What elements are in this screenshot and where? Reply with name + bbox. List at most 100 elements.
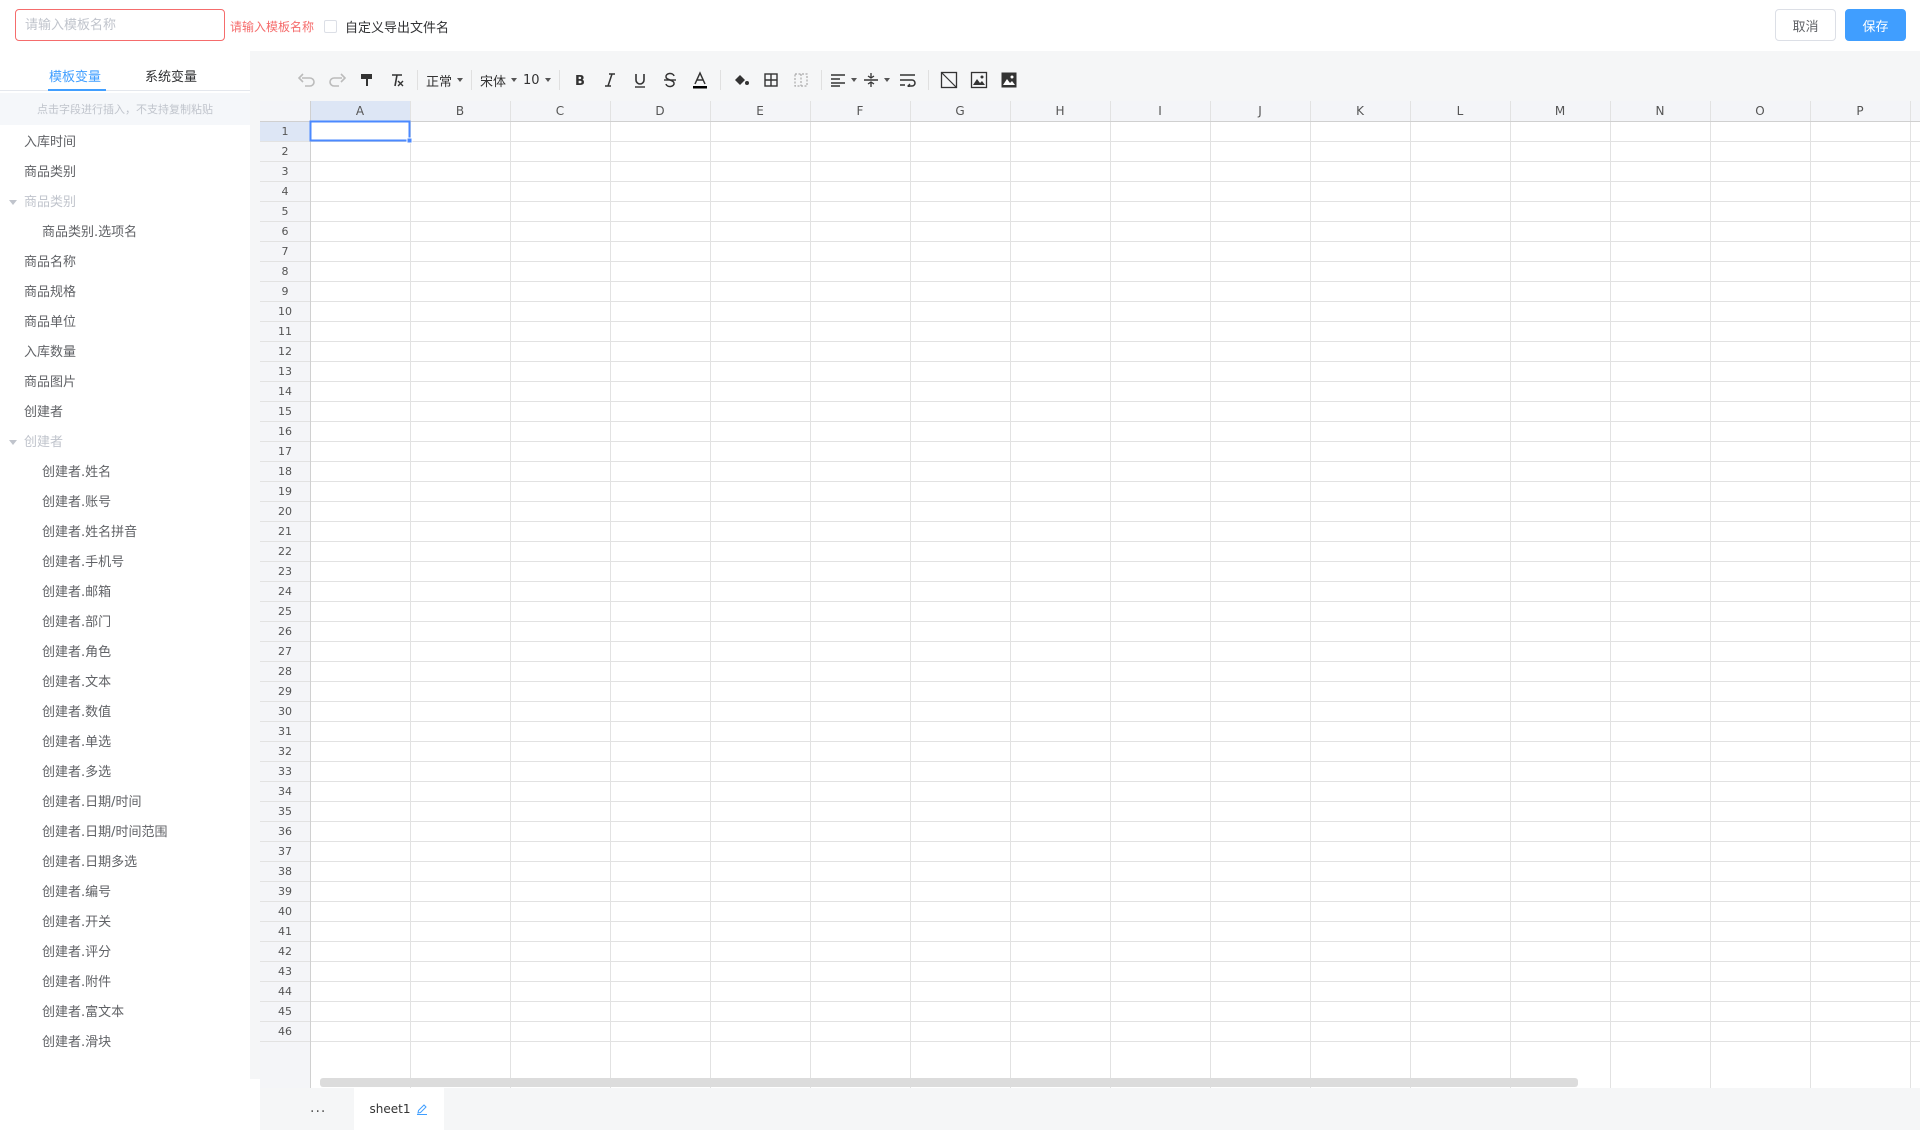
strike-icon[interactable] <box>658 66 682 94</box>
field-item[interactable]: 创建者.开关 <box>0 908 250 938</box>
redo-icon[interactable] <box>325 66 349 94</box>
row-header-label[interactable]: 37 <box>278 845 292 858</box>
merge-icon[interactable] <box>789 66 813 94</box>
field-item[interactable]: 创建者.部门 <box>0 608 250 638</box>
field-item[interactable]: 创建者.姓名拼音 <box>0 518 250 548</box>
row-header-label[interactable]: 42 <box>278 945 292 958</box>
row-header-label[interactable]: 23 <box>278 565 292 578</box>
column-header-label[interactable]: J <box>1257 104 1262 118</box>
row-header-label[interactable]: 24 <box>278 585 292 598</box>
row-header-label[interactable]: 18 <box>278 465 292 478</box>
column-header-label[interactable]: P <box>1856 104 1863 118</box>
column-header-label[interactable]: K <box>1356 104 1365 118</box>
float-image-icon[interactable] <box>967 66 991 94</box>
field-item[interactable]: 创建者.账号 <box>0 488 250 518</box>
field-item[interactable]: 商品类别 <box>0 158 250 188</box>
diagonal-icon[interactable] <box>937 66 961 94</box>
field-item[interactable]: 商品图片 <box>0 368 250 398</box>
row-header-label[interactable]: 40 <box>278 905 292 918</box>
field-item[interactable]: 创建者.编号 <box>0 878 250 908</box>
italic-icon[interactable] <box>598 66 622 94</box>
font-color-icon[interactable] <box>688 66 712 94</box>
field-item[interactable]: 创建者.日期/时间 <box>0 788 250 818</box>
column-header-label[interactable]: L <box>1457 104 1464 118</box>
clear-format-icon[interactable] <box>385 66 409 94</box>
column-header-label[interactable]: E <box>756 104 764 118</box>
row-header-label[interactable]: 44 <box>278 985 292 998</box>
font-family-dropdown[interactable]: 宋体 <box>480 66 518 94</box>
row-header-label[interactable]: 27 <box>278 645 292 658</box>
field-item[interactable]: 创建者.角色 <box>0 638 250 668</box>
row-header-label[interactable]: 26 <box>278 625 292 638</box>
column-header-label[interactable]: C <box>556 104 564 118</box>
row-header-label[interactable]: 9 <box>282 285 289 298</box>
column-header-label[interactable]: N <box>1656 104 1665 118</box>
row-header-label[interactable]: 1 <box>282 125 289 138</box>
field-group[interactable]: 创建者 <box>0 428 250 458</box>
row-header-label[interactable]: 43 <box>278 965 292 978</box>
field-item[interactable]: 入库时间 <box>0 128 250 158</box>
row-header-label[interactable]: 46 <box>278 1025 292 1038</box>
row-header-label[interactable]: 17 <box>278 445 292 458</box>
cancel-button[interactable]: 取消 <box>1775 9 1836 41</box>
row-header-label[interactable]: 12 <box>278 345 292 358</box>
field-group[interactable]: 商品类别 <box>0 188 250 218</box>
bold-icon[interactable]: B <box>568 66 592 94</box>
field-item[interactable]: 创建者.评分 <box>0 938 250 968</box>
row-header-label[interactable]: 33 <box>278 765 292 778</box>
field-item[interactable]: 创建者.数值 <box>0 698 250 728</box>
checkbox-icon[interactable] <box>324 20 337 33</box>
row-header-label[interactable]: 19 <box>278 485 292 498</box>
underline-icon[interactable] <box>628 66 652 94</box>
fill-color-icon[interactable] <box>729 66 753 94</box>
field-item[interactable]: 创建者.单选 <box>0 728 250 758</box>
border-icon[interactable] <box>759 66 783 94</box>
row-header-label[interactable]: 13 <box>278 365 292 378</box>
row-header-label[interactable]: 30 <box>278 705 292 718</box>
row-header-label[interactable]: 5 <box>282 205 289 218</box>
field-item[interactable]: 创建者.日期多选 <box>0 848 250 878</box>
field-item[interactable]: 创建者.日期/时间范围 <box>0 818 250 848</box>
field-item[interactable]: 商品规格 <box>0 278 250 308</box>
column-header-label[interactable]: M <box>1555 104 1565 118</box>
tab-template-variables[interactable]: 模板变量 <box>49 66 101 85</box>
paint-format-icon[interactable] <box>355 66 379 94</box>
row-header-label[interactable]: 39 <box>278 885 292 898</box>
row-header-label[interactable]: 34 <box>278 785 292 798</box>
edit-icon[interactable] <box>416 1103 428 1115</box>
field-item[interactable]: 创建者.手机号 <box>0 548 250 578</box>
column-header-label[interactable]: B <box>456 104 464 118</box>
column-header-label[interactable]: O <box>1755 104 1764 118</box>
more-sheets-button[interactable]: ... <box>310 1100 326 1116</box>
grid-canvas[interactable]: A B C D E F G H I J K L M N O P123456789101112131415161… <box>260 101 1920 1088</box>
field-item[interactable]: 入库数量 <box>0 338 250 368</box>
save-button[interactable]: 保存 <box>1845 9 1906 41</box>
row-header-label[interactable]: 21 <box>278 525 292 538</box>
row-header-label[interactable]: 11 <box>278 325 292 338</box>
field-item[interactable]: 创建者 <box>0 398 250 428</box>
row-header-label[interactable]: 15 <box>278 405 292 418</box>
field-item[interactable]: 创建者.富文本 <box>0 998 250 1028</box>
row-header-label[interactable]: 2 <box>282 145 289 158</box>
row-header-label[interactable]: 38 <box>278 865 292 878</box>
field-item[interactable]: 商品名称 <box>0 248 250 278</box>
sheet-tab[interactable]: sheet1 <box>354 1088 444 1130</box>
caret-down-icon[interactable] <box>9 200 17 205</box>
row-header-label[interactable]: 25 <box>278 605 292 618</box>
row-header-label[interactable]: 35 <box>278 805 292 818</box>
field-item[interactable]: 商品类别.选项名 <box>0 218 250 248</box>
row-header-label[interactable]: 41 <box>278 925 292 938</box>
tab-system-variables[interactable]: 系统变量 <box>145 66 197 85</box>
field-item[interactable]: 创建者.滑块 <box>0 1028 250 1058</box>
field-item[interactable]: 创建者.邮箱 <box>0 578 250 608</box>
row-header-label[interactable]: 3 <box>282 165 289 178</box>
column-header-label[interactable]: A <box>356 104 365 118</box>
font-size-dropdown[interactable]: 10 <box>523 66 551 94</box>
selected-cell[interactable] <box>309 120 411 142</box>
column-header-label[interactable]: F <box>857 104 864 118</box>
row-header-label[interactable]: 29 <box>278 685 292 698</box>
column-header-label[interactable]: I <box>1158 104 1162 118</box>
caret-down-icon[interactable] <box>9 440 17 445</box>
column-header-label[interactable]: D <box>655 104 664 118</box>
row-header-label[interactable]: 16 <box>278 425 292 438</box>
